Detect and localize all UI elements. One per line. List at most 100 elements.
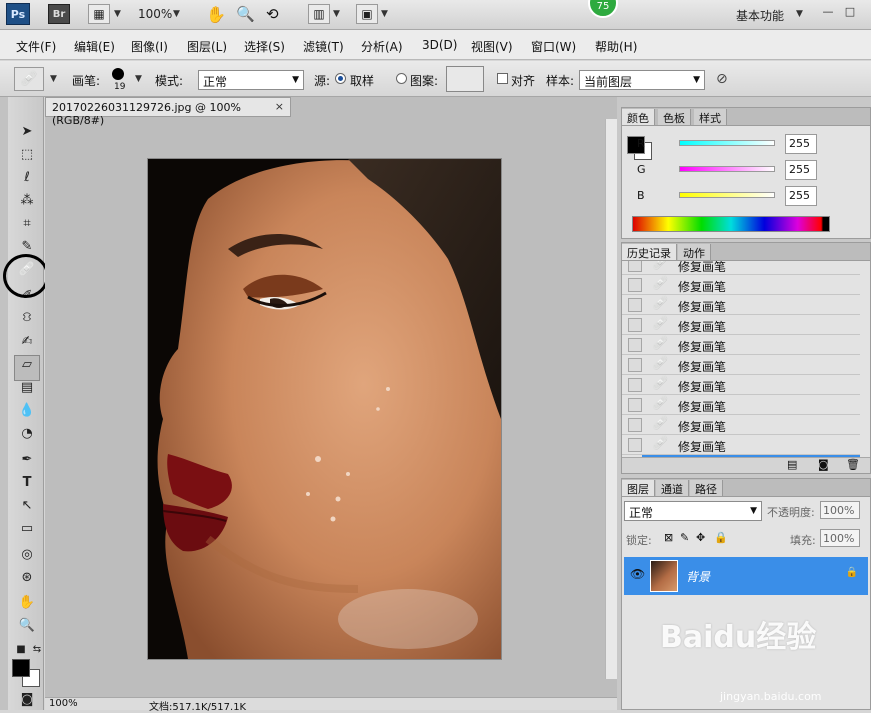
list-item[interactable]: 🩹 修复画笔: [622, 395, 860, 415]
list-item[interactable]: 🩹 修复画笔: [622, 315, 860, 335]
fill-input[interactable]: 100%: [820, 529, 860, 547]
eye-icon[interactable]: 👁: [630, 567, 645, 581]
snapshot-checkbox[interactable]: [628, 378, 642, 392]
menu-window[interactable]: 窗口(W): [531, 38, 576, 55]
menu-layer[interactable]: 图层(L): [187, 38, 227, 55]
list-item[interactable]: 🩹 修复画笔: [622, 275, 860, 295]
red-slider[interactable]: [679, 140, 775, 146]
blue-value[interactable]: 255: [785, 186, 817, 206]
history-brush-tool-icon[interactable]: ✍: [16, 331, 38, 351]
menu-image[interactable]: 图像(I): [131, 38, 168, 55]
menu-3d[interactable]: 3D(D): [422, 38, 457, 52]
align-checkbox[interactable]: [497, 73, 508, 84]
list-item[interactable]: 🩹 修复画笔: [622, 375, 860, 395]
new-document-icon[interactable]: ▤: [787, 458, 797, 471]
zoom-level[interactable]: 100%: [138, 7, 172, 21]
sample-radio[interactable]: [335, 73, 346, 84]
green-value[interactable]: 255: [785, 160, 817, 180]
eraser-tool-icon[interactable]: ▱: [16, 354, 38, 374]
menu-edit[interactable]: 编辑(E): [74, 38, 115, 55]
gradient-tool-icon[interactable]: ▤: [16, 377, 38, 397]
menu-file[interactable]: 文件(F): [16, 38, 56, 55]
chevron-down-icon[interactable]: ▼: [135, 74, 142, 84]
menu-filter[interactable]: 滤镜(T): [303, 38, 344, 55]
list-item[interactable]: 🩹 修复画笔: [622, 295, 860, 315]
tab-actions[interactable]: 动作: [678, 244, 711, 260]
vertical-scrollbar[interactable]: [605, 119, 617, 679]
bridge-button[interactable]: Br: [48, 4, 70, 24]
document-tab[interactable]: 20170226031129726.jpg @ 100%(RGB/8#) ×: [45, 97, 291, 127]
pattern-radio[interactable]: [396, 73, 407, 84]
chevron-down-icon[interactable]: ▼: [333, 9, 340, 19]
snapshot-checkbox[interactable]: [628, 318, 642, 332]
rotate-view-icon[interactable]: ⟲: [266, 5, 279, 23]
list-item[interactable]: 🩹 修复画笔: [622, 261, 860, 275]
clone-stamp-tool-icon[interactable]: ⛻: [16, 308, 38, 328]
red-value[interactable]: 255: [785, 134, 817, 154]
mode-select[interactable]: 正常 ▼: [198, 70, 304, 90]
blue-slider[interactable]: [679, 192, 775, 198]
snapshot-checkbox[interactable]: [628, 358, 642, 372]
green-slider[interactable]: [679, 166, 775, 172]
menu-select[interactable]: 选择(S): [244, 38, 285, 55]
tab-layers[interactable]: 图层: [622, 480, 655, 496]
workspace-switcher[interactable]: 基本功能: [736, 7, 784, 24]
lock-transparent-icon[interactable]: ⊠: [664, 531, 673, 544]
type-tool-icon[interactable]: T: [16, 472, 38, 492]
snapshot-checkbox[interactable]: [628, 261, 642, 272]
hand-icon[interactable]: ✋: [206, 5, 226, 24]
eyedropper-tool-icon[interactable]: ✎: [16, 236, 38, 256]
chevron-down-icon[interactable]: ▼: [50, 74, 57, 84]
status-zoom[interactable]: 100%: [49, 698, 78, 709]
snapshot-checkbox[interactable]: [628, 398, 642, 412]
dodge-tool-icon[interactable]: ◔: [16, 423, 38, 443]
list-item[interactable]: 🩹 修复画笔: [622, 435, 860, 455]
blur-tool-icon[interactable]: 💧: [16, 400, 38, 420]
tab-history[interactable]: 历史记录: [622, 244, 677, 260]
foreground-color-swatch[interactable]: [12, 659, 30, 677]
color-spectrum[interactable]: [632, 216, 830, 232]
brush-preview-icon[interactable]: [112, 68, 124, 80]
ignore-adjustment-layers-icon[interactable]: ⊘: [716, 71, 728, 87]
tab-color[interactable]: 颜色: [622, 109, 655, 125]
pattern-picker[interactable]: [446, 66, 484, 92]
tool-preset-picker[interactable]: 🩹: [14, 67, 44, 91]
chevron-down-icon[interactable]: ▼: [381, 9, 388, 19]
chevron-down-icon[interactable]: ▼: [173, 9, 180, 19]
tab-swatches[interactable]: 色板: [658, 109, 691, 125]
trash-icon[interactable]: 🗑: [846, 458, 860, 471]
tab-channels[interactable]: 通道: [656, 480, 689, 496]
lasso-tool-icon[interactable]: ℓ: [16, 167, 38, 187]
quick-mask-icon[interactable]: ◙: [16, 689, 38, 709]
hand-tool-icon[interactable]: ✋: [16, 592, 38, 612]
lock-all-icon[interactable]: 🔒: [714, 531, 728, 544]
zoom-tool-icon[interactable]: 🔍: [16, 615, 38, 635]
opacity-input[interactable]: 100%: [820, 501, 860, 519]
shape-tool-icon[interactable]: ▭: [16, 518, 38, 538]
marquee-tool-icon[interactable]: ⬚: [16, 144, 38, 164]
magic-wand-tool-icon[interactable]: ⁂: [16, 190, 38, 210]
zoom-icon[interactable]: 🔍: [236, 5, 255, 23]
layer-row-background[interactable]: 👁 背景 🔒: [624, 557, 868, 595]
3d-orbit-tool-icon[interactable]: ⊛: [16, 567, 38, 587]
menu-analysis[interactable]: 分析(A): [361, 38, 403, 55]
minimize-icon[interactable]: —: [820, 5, 836, 19]
lock-paint-icon[interactable]: ✎: [680, 531, 689, 544]
snapshot-checkbox[interactable]: [628, 438, 642, 452]
menu-view[interactable]: 视图(V): [471, 38, 513, 55]
list-item[interactable]: 🩹 修复画笔: [622, 415, 860, 435]
chevron-down-icon[interactable]: ▼: [114, 9, 121, 19]
path-selection-tool-icon[interactable]: ↖: [16, 495, 38, 515]
snapshot-checkbox[interactable]: [628, 298, 642, 312]
screen-mode-button[interactable]: ▦: [88, 4, 110, 24]
blend-mode-select[interactable]: 正常 ▼: [624, 501, 762, 521]
menu-help[interactable]: 帮助(H): [595, 38, 637, 55]
tab-styles[interactable]: 样式: [694, 109, 727, 125]
snapshot-checkbox[interactable]: [628, 278, 642, 292]
snapshot-checkbox[interactable]: [628, 418, 642, 432]
maximize-icon[interactable]: □: [842, 5, 858, 19]
lock-move-icon[interactable]: ✥: [696, 531, 705, 544]
arrange-documents-button[interactable]: ▥: [308, 4, 330, 24]
snapshot-checkbox[interactable]: [628, 338, 642, 352]
move-tool-icon[interactable]: ➤: [16, 121, 38, 141]
